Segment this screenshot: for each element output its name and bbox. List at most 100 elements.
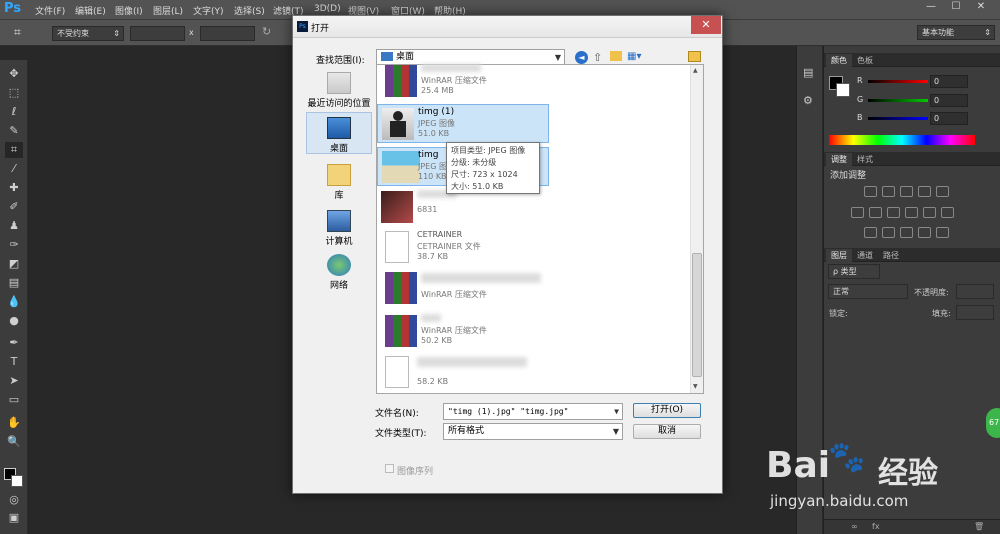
close-button[interactable]: ✕ — [970, 0, 992, 14]
gradient-tool-icon[interactable]: ▤ — [5, 275, 23, 291]
posterize-icon[interactable] — [882, 227, 895, 238]
blend-mode-select[interactable]: 正常 — [828, 284, 908, 299]
crop-icon[interactable]: ⌗ — [14, 25, 30, 41]
levels-icon[interactable] — [882, 186, 895, 197]
vibrance-icon[interactable] — [936, 186, 949, 197]
file-list-scrollbar[interactable]: ▲ ▼ — [690, 65, 703, 393]
hue-saturation-icon[interactable] — [851, 207, 864, 218]
channel-mixer-icon[interactable] — [923, 207, 936, 218]
badge[interactable]: 67 — [986, 408, 1000, 438]
quick-mask-icon[interactable]: ◎ — [5, 492, 23, 508]
file-item[interactable]: WinRAR 压缩文件 25.4 MB — [381, 62, 553, 101]
menu-type[interactable]: 文字(Y) — [193, 4, 224, 17]
place-desktop[interactable]: 桌面 — [306, 112, 372, 154]
opacity-field[interactable] — [956, 284, 994, 299]
place-network[interactable]: 网络 — [306, 254, 372, 291]
menu-image[interactable]: 图像(I) — [115, 4, 143, 17]
width-field[interactable] — [130, 26, 185, 41]
filetype-select[interactable]: 所有格式 ▼ — [443, 423, 623, 440]
menu-file[interactable]: 文件(F) — [35, 4, 65, 17]
new-folder-icon[interactable] — [610, 51, 622, 61]
crop-tool-icon[interactable]: ⌗ — [5, 142, 23, 158]
workspace-select[interactable]: 基本功能 ⇕ — [917, 25, 995, 40]
channel-g-value[interactable]: 0 — [930, 94, 968, 107]
color-bg-swatch[interactable] — [836, 83, 850, 97]
place-computer[interactable]: 计算机 — [306, 210, 372, 247]
healing-tool-icon[interactable]: ✚ — [5, 180, 23, 196]
blur-tool-icon[interactable]: 💧 — [5, 294, 23, 310]
invert-icon[interactable] — [864, 227, 877, 238]
brush-tool-icon[interactable]: ✐ — [5, 199, 23, 215]
history-brush-icon[interactable]: ✑ — [5, 237, 23, 253]
file-item[interactable]: WinRAR 压缩文件 — [381, 269, 553, 308]
place-libraries[interactable]: 库 — [306, 164, 372, 201]
image-sequence-checkbox[interactable] — [385, 464, 394, 473]
scroll-down-icon[interactable]: ▼ — [693, 383, 698, 390]
file-item-selected[interactable]: timg (1) JPEG 图像 51.0 KB — [377, 104, 549, 143]
cancel-button[interactable]: 取消 — [633, 424, 701, 439]
file-item[interactable]: 58.2 KB — [377, 353, 549, 392]
pen-tool-icon[interactable]: ✒ — [5, 335, 23, 351]
tab-paths[interactable]: 路径 — [878, 249, 904, 262]
exposure-icon[interactable] — [918, 186, 931, 197]
tab-swatches[interactable]: 色板 — [852, 54, 878, 67]
brightness-icon[interactable] — [864, 186, 877, 197]
move-tool-icon[interactable]: ✥ — [5, 66, 23, 82]
zoom-tool-icon[interactable]: 🔍 — [5, 434, 23, 450]
properties-panel-icon[interactable]: ⚙ — [803, 94, 813, 107]
color-spectrum[interactable] — [829, 135, 975, 145]
eraser-tool-icon[interactable]: ◩ — [5, 256, 23, 272]
fill-field[interactable] — [956, 305, 994, 320]
menu-select[interactable]: 选择(S) — [234, 4, 265, 17]
maximize-button[interactable]: ☐ — [945, 0, 967, 14]
tab-channels[interactable]: 通道 — [852, 249, 878, 262]
open-button[interactable]: 打开(O) — [633, 403, 701, 418]
lasso-tool-icon[interactable]: ℓ — [5, 104, 23, 120]
file-item[interactable]: WinRAR 压缩文件 50.2 KB — [381, 312, 553, 351]
tab-color[interactable]: 颜色 — [826, 54, 852, 67]
layer-filter-select[interactable]: ρ 类型 — [828, 264, 880, 279]
place-recent[interactable]: 最近访问的位置 — [306, 72, 372, 109]
type-tool-icon[interactable]: T — [5, 354, 23, 370]
scrollbar-thumb[interactable] — [692, 253, 702, 377]
channel-r-slider[interactable] — [868, 80, 928, 83]
curves-icon[interactable] — [900, 186, 913, 197]
height-field[interactable] — [200, 26, 255, 41]
color-balance-icon[interactable] — [869, 207, 882, 218]
view-menu-icon[interactable]: ▦▾ — [627, 51, 641, 62]
gradient-map-icon[interactable] — [936, 227, 949, 238]
menu-edit[interactable]: 编辑(E) — [75, 4, 106, 17]
hand-tool-icon[interactable]: ✋ — [5, 415, 23, 431]
file-item[interactable]: CETRAINER CETRAINER 文件 38.7 KB — [377, 228, 549, 267]
photo-filter-icon[interactable] — [905, 207, 918, 218]
marquee-tool-icon[interactable]: ⬚ — [5, 85, 23, 101]
ratio-select[interactable]: 不受约束 ⇕ — [52, 26, 124, 41]
filename-input[interactable]: "timg (1).jpg" "timg.jpg" ▼ — [443, 403, 623, 420]
channel-b-slider[interactable] — [868, 117, 928, 120]
background-color-swatch[interactable] — [11, 475, 23, 487]
channel-g-slider[interactable] — [868, 99, 928, 102]
path-select-icon[interactable]: ➤ — [5, 373, 23, 389]
channel-b-value[interactable]: 0 — [930, 112, 968, 125]
screen-mode-icon[interactable]: ▣ — [5, 510, 23, 526]
back-icon[interactable]: ◄ — [575, 51, 588, 64]
selective-color-icon[interactable] — [918, 227, 931, 238]
black-white-icon[interactable] — [887, 207, 900, 218]
tab-layers[interactable]: 图层 — [826, 249, 852, 262]
dialog-close-button[interactable]: ✕ — [691, 16, 721, 34]
tab-adjustments[interactable]: 调整 — [826, 153, 852, 166]
folder-add-icon[interactable] — [688, 51, 701, 62]
color-lookup-icon[interactable] — [941, 207, 954, 218]
rotate-icon[interactable]: ↻ — [262, 25, 271, 38]
shape-tool-icon[interactable]: ▭ — [5, 392, 23, 408]
tab-styles[interactable]: 样式 — [852, 153, 878, 166]
threshold-icon[interactable] — [900, 227, 913, 238]
menu-3d[interactable]: 3D(D) — [314, 4, 341, 14]
history-panel-icon[interactable]: ▤ — [803, 66, 813, 79]
channel-r-value[interactable]: 0 — [930, 75, 968, 88]
quick-select-tool-icon[interactable]: ✎ — [5, 123, 23, 139]
scroll-up-icon[interactable]: ▲ — [693, 67, 698, 74]
menu-layer[interactable]: 图层(L) — [153, 4, 183, 17]
minimize-button[interactable]: — — [920, 0, 942, 14]
dodge-tool-icon[interactable]: ● — [5, 313, 23, 329]
